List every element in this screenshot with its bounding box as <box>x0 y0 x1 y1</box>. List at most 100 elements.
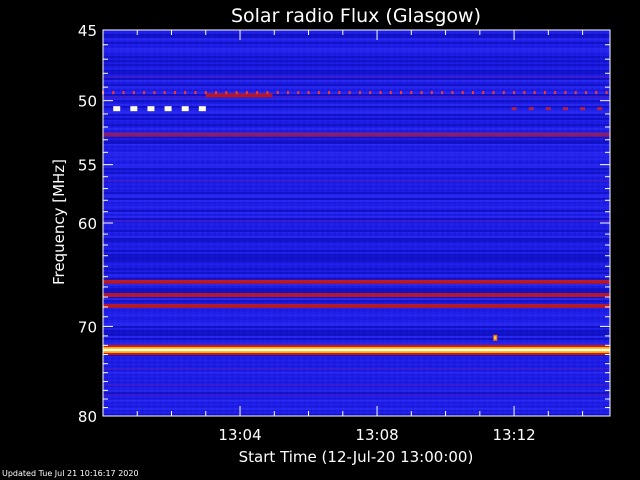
noise-band <box>103 100 610 102</box>
noise-band <box>103 72 610 74</box>
noise-band <box>103 394 610 396</box>
noise-band <box>103 274 610 276</box>
noise-band <box>103 372 610 374</box>
emission-dot <box>461 91 464 95</box>
noise-band <box>103 152 610 154</box>
noise-band <box>103 210 610 212</box>
noise-band <box>103 56 610 58</box>
noise-band <box>103 50 610 52</box>
emission-dot <box>112 91 115 95</box>
emission-dot <box>143 91 146 95</box>
emission-line <box>103 293 610 298</box>
emission-dot <box>482 91 485 95</box>
emission-line <box>103 279 610 284</box>
spectrogram-chart: 45 50 55 60 70 80 13:04 13:08 13:12 Solar radio … <box>50 5 611 466</box>
noise-band <box>103 34 610 36</box>
noise-band <box>103 240 610 242</box>
noise-band <box>103 392 610 394</box>
noise-band <box>103 168 610 170</box>
emission-dot <box>471 91 474 95</box>
noise-band <box>103 338 610 340</box>
burst-dash <box>511 107 517 111</box>
noise-band <box>103 194 610 196</box>
burst-dash <box>528 107 534 111</box>
noise-band <box>103 158 610 160</box>
emission-dot <box>554 91 557 95</box>
noise-band <box>103 142 610 144</box>
noise-band <box>103 78 610 80</box>
emission-dot <box>502 91 505 95</box>
emission-dot <box>163 91 166 95</box>
emission-line <box>103 303 610 308</box>
noise-band <box>103 250 610 252</box>
noise-band <box>103 324 610 326</box>
x-axis-label: Start Time (12-Jul-20 13:00:00) <box>239 448 474 466</box>
noise-band <box>103 70 610 72</box>
noise-band <box>103 206 610 208</box>
burst-dash <box>147 106 155 112</box>
emission-dot <box>605 91 608 95</box>
chart-title: Solar radio Flux (Glasgow) <box>231 5 481 27</box>
emission-dot <box>400 91 403 95</box>
y-tick-label: 55 <box>78 157 97 175</box>
y-tick-label: 45 <box>78 22 97 40</box>
noise-band <box>103 314 610 316</box>
noise-band <box>103 64 610 66</box>
x-tick-label: 13:04 <box>218 426 261 444</box>
noise-band <box>103 118 610 120</box>
emission-dot <box>523 91 526 95</box>
noise-band <box>103 98 610 100</box>
emission-dot <box>533 91 536 95</box>
burst-dash <box>130 106 138 112</box>
noise-band <box>103 260 610 262</box>
emission-dot <box>389 91 392 95</box>
burst-dash <box>113 106 121 112</box>
noise-band <box>103 38 610 40</box>
noise-band <box>103 172 610 174</box>
emission-dot <box>194 91 197 95</box>
emission-dot <box>410 91 413 95</box>
noise-band <box>103 42 610 44</box>
emission-dot <box>574 91 577 95</box>
noise-band <box>103 196 610 198</box>
noise-band <box>103 258 610 260</box>
emission-dot <box>266 91 269 95</box>
emission-dot <box>297 91 300 95</box>
noise-band <box>103 288 610 290</box>
noise-band <box>103 94 610 96</box>
noise-band <box>103 290 610 292</box>
noise-band <box>103 96 610 98</box>
noise-band <box>103 128 610 130</box>
noise-band <box>103 104 610 106</box>
noise-band <box>103 390 610 392</box>
emission-dot <box>358 91 361 95</box>
emission-dot <box>122 91 125 95</box>
noise-band <box>103 236 610 238</box>
noise-band <box>103 218 610 220</box>
emission-dot <box>543 91 546 95</box>
plot-area <box>103 30 610 416</box>
noise-band <box>103 298 610 300</box>
noise-band <box>103 384 610 386</box>
burst-dash <box>545 107 551 111</box>
burst-dash <box>164 106 172 112</box>
emission-dot <box>317 91 320 95</box>
emission-dot <box>595 91 598 95</box>
noise-band <box>103 268 610 270</box>
noise-band <box>103 192 610 194</box>
noise-band <box>103 174 610 176</box>
noise-band <box>103 60 610 62</box>
noise-band <box>103 326 610 328</box>
updated-timestamp: Updated Tue Jul 21 10:16:17 2020 <box>2 469 139 478</box>
noise-band <box>103 114 610 116</box>
emission-dot <box>369 91 372 95</box>
noise-band <box>103 198 610 200</box>
x-tick-label: 13:12 <box>492 426 535 444</box>
y-tick-label: 50 <box>78 93 97 111</box>
noise-band <box>103 180 610 182</box>
noise-band <box>103 110 610 112</box>
emission-dot <box>585 91 588 95</box>
emission-dot <box>225 91 228 95</box>
emission-dot <box>215 91 218 95</box>
noise-band <box>103 124 610 126</box>
